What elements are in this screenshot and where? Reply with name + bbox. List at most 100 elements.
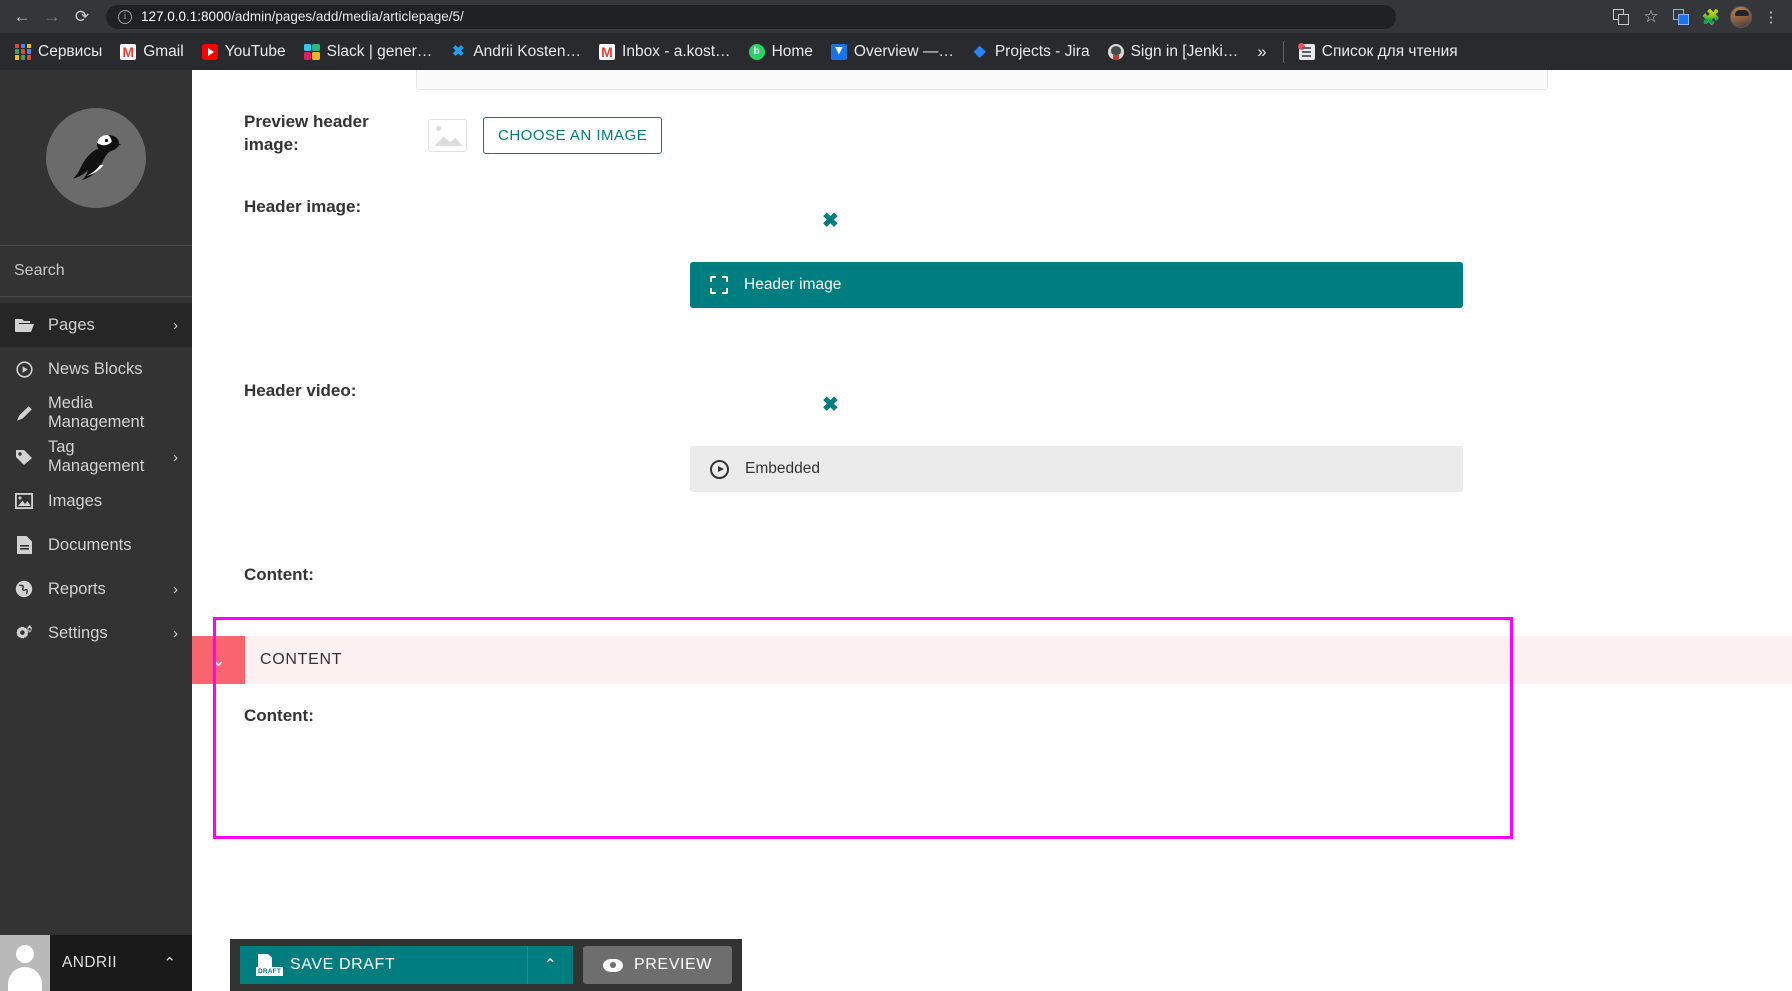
chevron-right-icon: ›	[173, 624, 178, 642]
bookmark-youtube[interactable]: YouTube	[193, 39, 295, 65]
sidebar-nav: Pages › News Blocks Media Management Tag…	[0, 297, 192, 935]
sidebar-item-news-blocks[interactable]: News Blocks	[0, 347, 192, 391]
document-icon	[14, 536, 34, 554]
wagtail-admin: Pages › News Blocks Media Management	[0, 70, 1792, 991]
content-panel-header[interactable]: ⌄ CONTENT	[192, 636, 1792, 684]
search-input[interactable]	[14, 262, 221, 280]
reading-list-button[interactable]: Список для чтения	[1290, 39, 1467, 65]
delete-block-button[interactable]: ✖	[822, 208, 839, 233]
bookmark-inbox[interactable]: Inbox - a.kost…	[590, 39, 740, 65]
header-image-stream: ✖ Header image	[428, 196, 1792, 308]
extensions-puzzle-icon[interactable]: 🧩	[1698, 4, 1724, 30]
image-icon	[14, 493, 34, 509]
bookmark-label: Projects - Jira	[994, 42, 1090, 60]
browser-toolbar: ← → ⟳ i 127.0.0.1:8000/admin/pages/add/m…	[0, 0, 1792, 33]
sidebar-item-label: News Blocks	[48, 359, 143, 378]
reading-list-label: Список для чтения	[1321, 42, 1458, 60]
stream-block-header-image[interactable]: Header image	[690, 262, 1463, 308]
image-placeholder-icon	[428, 119, 467, 153]
field-header-image: Header image: ✖ Header image	[192, 196, 1792, 308]
bookmark-slack[interactable]: Slack | gener…	[295, 39, 442, 65]
sidebar-item-documents[interactable]: Documents	[0, 523, 192, 567]
forward-arrow-icon[interactable]: →	[38, 3, 66, 31]
google-translate-extension-icon[interactable]	[1668, 4, 1694, 30]
sidebar-item-reports[interactable]: Reports ›	[0, 567, 192, 611]
bookmarks-divider	[1282, 40, 1284, 63]
preview-label: PREVIEW	[634, 956, 712, 973]
field-preview-header-image: Preview header image: CHOOSE AN IMAGE	[192, 111, 1792, 157]
bookmark-label: Andrii Kosten…	[473, 42, 582, 60]
bookmark-label: Сервисы	[38, 42, 103, 60]
bookmark-jenkins[interactable]: Sign in [Jenki…	[1099, 39, 1248, 65]
bookmark-label: Sign in [Jenki…	[1130, 42, 1239, 60]
bookmark-star-icon[interactable]: ☆	[1638, 4, 1664, 30]
slack-icon	[303, 43, 320, 60]
sidebar-username: ANDRII	[62, 954, 117, 971]
field-header-video: Header video: ✖ Embedded	[192, 380, 1792, 492]
draft-document-icon: DRAFT	[256, 954, 284, 976]
jenkins-icon	[1107, 43, 1124, 60]
stream-block-embedded[interactable]: Embedded	[690, 446, 1463, 492]
gmail-icon	[599, 43, 616, 60]
save-draft-label: SAVE DRAFT	[290, 956, 396, 973]
sidebar-item-pages[interactable]: Pages ›	[0, 303, 192, 347]
content-panel-title: CONTENT	[260, 651, 343, 668]
url-path: /admin/pages/add/media/articlepage/5/	[231, 9, 464, 24]
bookmarks-overflow-button[interactable]: »	[1247, 40, 1276, 64]
jira-icon: ◆	[973, 42, 986, 60]
url-host: 127.0.0.1:8000	[141, 9, 232, 24]
bookmark-jira[interactable]: ◆ Projects - Jira	[963, 39, 1099, 65]
reload-icon[interactable]: ⟳	[68, 3, 96, 31]
profile-avatar-icon[interactable]	[1728, 4, 1754, 30]
chrome-menu-kebab-icon[interactable]: ⋮	[1758, 4, 1784, 30]
previous-field-cutoff	[416, 70, 1548, 90]
folder-open-icon	[14, 317, 34, 333]
gmail-icon	[120, 43, 137, 60]
bookmark-twitter[interactable]: ✖ Andrii Kosten…	[441, 39, 590, 65]
bookmark-label: Slack | gener…	[326, 42, 433, 60]
sidebar-item-label: Documents	[48, 535, 132, 554]
back-arrow-icon[interactable]: ←	[8, 3, 36, 31]
sidebar-item-settings[interactable]: Settings ›	[0, 611, 192, 655]
chevron-up-icon[interactable]: ⌃	[163, 954, 176, 972]
field-label: Header video:	[244, 381, 357, 400]
sidebar-item-tag-management[interactable]: Tag Management ›	[0, 435, 192, 479]
preview-button[interactable]: PREVIEW	[583, 946, 732, 984]
youtube-icon	[201, 43, 218, 60]
tag-icon	[14, 449, 34, 466]
address-bar[interactable]: i 127.0.0.1:8000/admin/pages/add/media/a…	[106, 4, 1396, 29]
sidebar-item-label: Media Management	[48, 394, 145, 431]
bookmark-apps[interactable]: Сервисы	[6, 39, 111, 65]
sidebar: Pages › News Blocks Media Management	[0, 70, 238, 991]
field-content-heading: Content:	[192, 564, 1792, 587]
bookmark-label: Overview —…	[853, 42, 954, 60]
translate-icon[interactable]	[1608, 4, 1634, 30]
bookmark-overview[interactable]: Overview —…	[822, 39, 963, 65]
sidebar-user-footer[interactable]: ANDRII ⌃	[0, 935, 192, 991]
bookmark-home[interactable]: b Home	[740, 39, 822, 65]
sidebar-search[interactable]	[0, 245, 238, 297]
save-draft-button[interactable]: DRAFT SAVE DRAFT ⌃	[240, 946, 573, 984]
play-circle-icon	[710, 459, 729, 479]
field-label: Content:	[244, 565, 314, 584]
dashed-placeholder-icon	[710, 276, 728, 294]
stream-block-label: Embedded	[745, 460, 820, 477]
sidebar-logo[interactable]	[0, 70, 192, 245]
bookmark-label: Inbox - a.kost…	[622, 42, 731, 60]
field-label: Preview header image:	[244, 112, 369, 154]
bookmark-label: Home	[771, 42, 813, 60]
site-info-icon[interactable]: i	[118, 9, 132, 24]
home-green-icon: b	[748, 43, 765, 60]
bookmark-gmail[interactable]: Gmail	[111, 39, 192, 65]
form-action-bar: DRAFT SAVE DRAFT ⌃ PREVIEW	[230, 939, 742, 991]
chevron-down-icon[interactable]: ⌄	[192, 636, 245, 684]
chevron-up-icon[interactable]: ⌃	[527, 946, 573, 984]
bookmarks-bar: Сервисы Gmail YouTube Slack | gener… ✖ A…	[0, 33, 1792, 70]
delete-block-button[interactable]: ✖	[822, 392, 839, 417]
confluence-icon	[830, 43, 847, 60]
sidebar-item-label: Images	[48, 491, 103, 510]
chevron-right-icon: ›	[173, 580, 178, 598]
sidebar-item-images[interactable]: Images	[0, 479, 192, 523]
sidebar-item-media-management[interactable]: Media Management	[0, 391, 192, 435]
choose-an-image-button[interactable]: CHOOSE AN IMAGE	[483, 117, 663, 155]
